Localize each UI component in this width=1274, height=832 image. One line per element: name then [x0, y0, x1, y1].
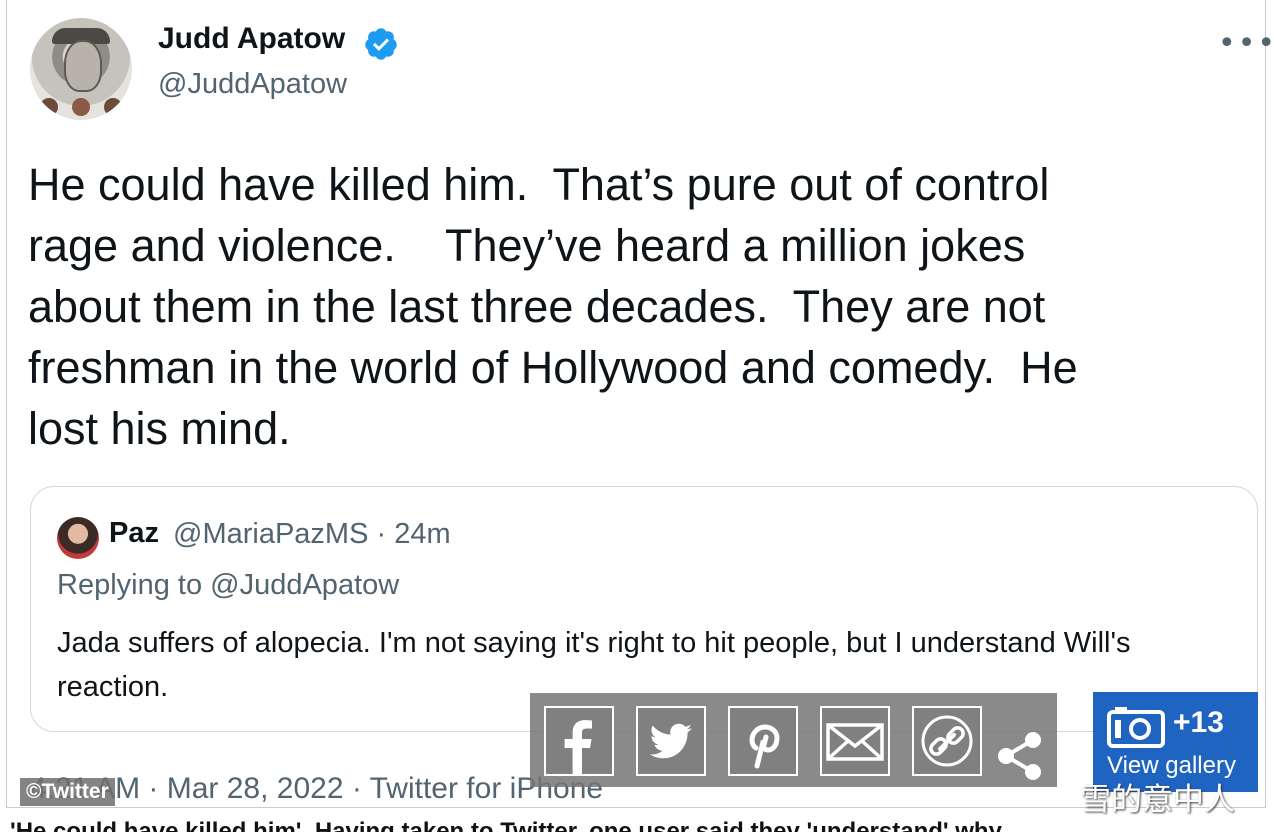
quote-author-name[interactable]: Paz [109, 517, 159, 550]
share-icon [998, 732, 1041, 780]
quote-avatar[interactable] [57, 517, 99, 559]
link-icon [921, 715, 973, 767]
twitter-share-button[interactable] [636, 706, 706, 776]
author-name[interactable]: Judd Apatow [158, 22, 345, 56]
camera-icon [1107, 707, 1165, 748]
more-options-icon[interactable]: ••• [1218, 26, 1274, 61]
article-caption: 'He could have killed him'. Having taken… [0, 812, 1274, 832]
facebook-share-button[interactable] [544, 706, 614, 776]
copy-link-button[interactable] [912, 706, 982, 776]
email-share-button[interactable] [820, 706, 890, 776]
twitter-icon [649, 723, 692, 759]
share-button[interactable] [990, 726, 1050, 786]
share-toolbar [530, 693, 1057, 787]
pinterest-icon [749, 724, 780, 769]
gallery-count: +13 [1173, 706, 1224, 739]
author-handle[interactable]: @JuddApatow [158, 68, 347, 101]
facebook-icon [564, 720, 592, 774]
tweet-timestamp[interactable]: 4:21 AM · Mar 28, 2022 · Twitter for iPh… [30, 772, 603, 806]
pinterest-share-button[interactable] [728, 706, 798, 776]
caption-text: 'He could have killed him'. Having taken… [10, 818, 1002, 832]
quote-meta: @MariaPazMS · 24m [173, 518, 451, 550]
author-avatar[interactable] [30, 18, 132, 120]
quote-replying-to: Replying to @JuddApatow [57, 569, 400, 601]
source-badge: ©Twitter [20, 778, 115, 806]
mail-icon [826, 723, 884, 761]
verified-badge-icon [365, 28, 397, 60]
tweet-text: He could have killed him. That’s pure ou… [28, 159, 1078, 454]
